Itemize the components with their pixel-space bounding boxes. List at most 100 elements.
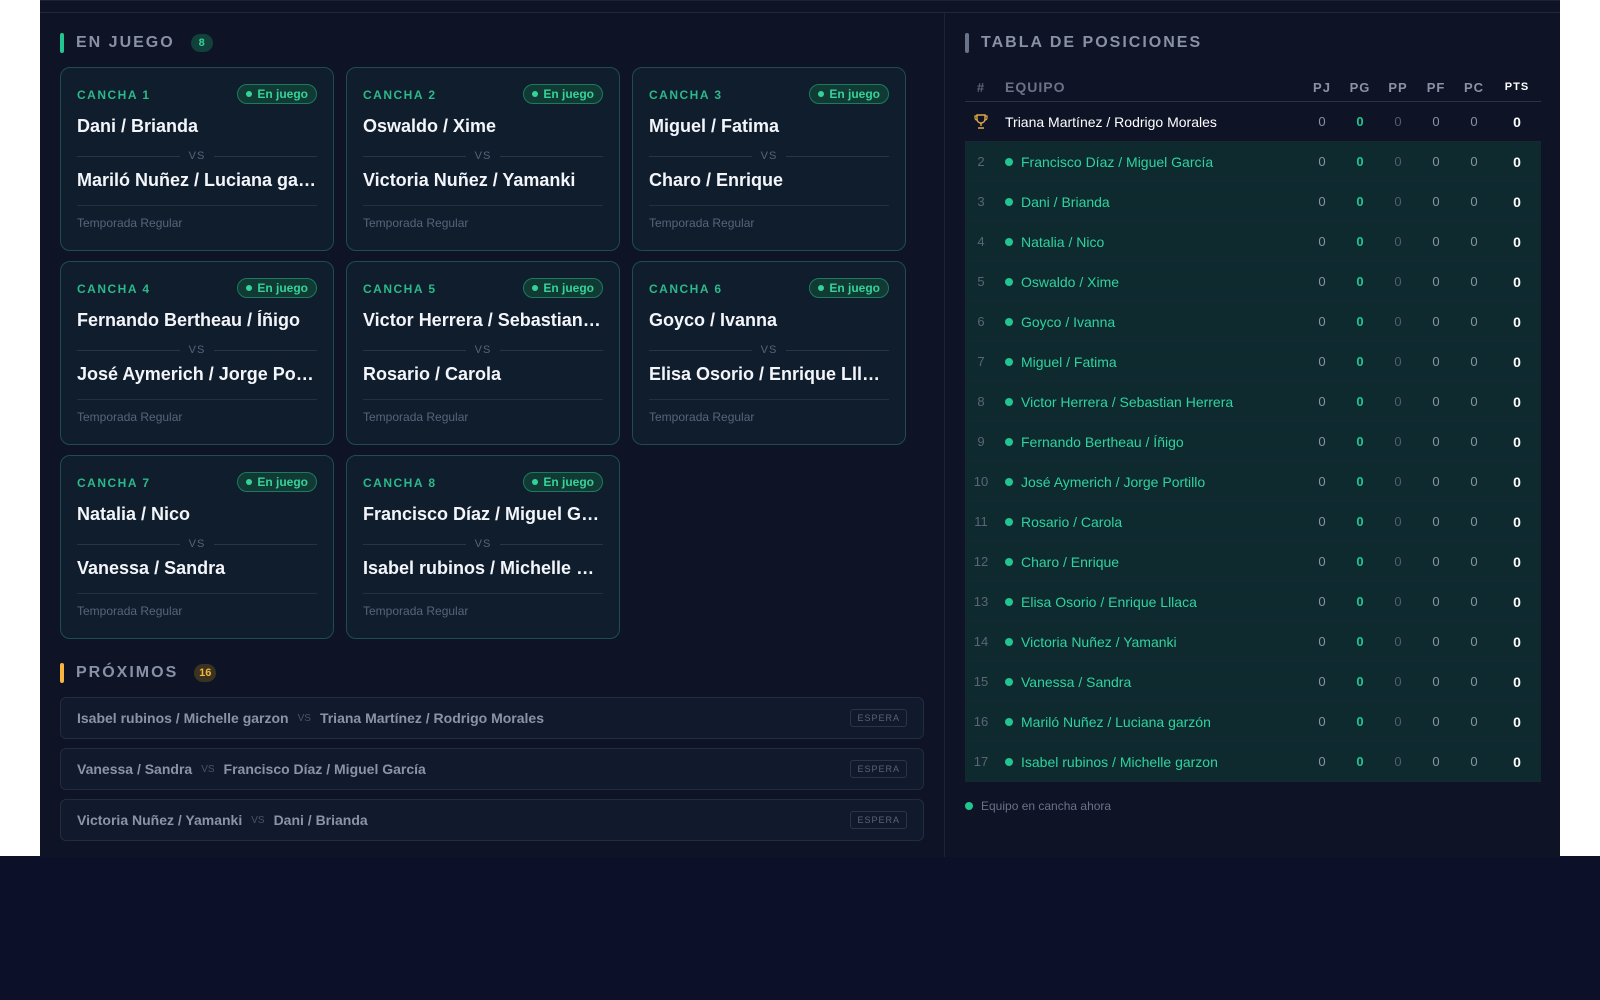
vs-line-right [214,349,317,351]
vs-label: VS [188,150,206,162]
match-card[interactable]: CANCHA 1 En juego Dani / Brianda VS Mariló N… [60,67,334,251]
team-cell: José Aymerich / Jorge Portillo [997,474,1303,490]
standings-row[interactable]: 5 Oswaldo / Xime 0 0 0 0 0 0 [965,262,1541,302]
status-label: En juego [257,475,308,489]
pj-value: 0 [1318,114,1326,129]
page-margin-right [1560,0,1600,856]
standings-row[interactable]: 8 Victor Herrera / Sebastian Herrera 0 0 0 0 0… [965,382,1541,422]
team-name: Fernando Bertheau / Íñigo [1021,433,1184,450]
match-card[interactable]: CANCHA 7 En juego Natalia / Nico VS Vanessa … [60,455,334,639]
upcoming-match-row[interactable]: Vanessa / Sandra VS Francisco Díaz / Migue… [60,748,924,790]
standings-row[interactable]: 4 Natalia / Nico 0 0 0 0 0 0 [965,222,1541,262]
en-juego-accent-bar [60,33,64,53]
on-court-dot-icon [1005,157,1013,166]
espera-badge: ESPERA [850,709,907,727]
vs-divider: VS [77,342,317,358]
pc-value: 0 [1470,394,1478,409]
team-b-name: José Aymerich / Jorge Portillo [77,364,317,384]
pc-value: 0 [1470,274,1478,289]
pp-value: 0 [1394,554,1402,569]
header-pg: PG [1349,79,1371,95]
standings-row[interactable]: 10 José Aymerich / Jorge Portillo 0 0 0 0 0 0 [965,462,1541,502]
team-cell: Miguel / Fatima [997,354,1303,370]
standings-row[interactable]: 14 Victoria Nuñez / Yamanki 0 0 0 0 0 0 [965,622,1541,662]
vs-label: VS [474,150,492,162]
standings-row[interactable]: 9 Fernando Bertheau / Íñigo 0 0 0 0 0 0 [965,422,1541,462]
card-divider [649,205,889,206]
rank-number: 4 [977,234,985,249]
rank-number: 11 [974,514,988,529]
pp-value: 0 [1394,514,1402,529]
upcoming-team-a: Victoria Nuñez / Yamanki [77,812,243,828]
standings-row[interactable]: 13 Elisa Osorio / Enrique Lllaca 0 0 0 0 0 0 [965,582,1541,622]
match-card[interactable]: CANCHA 6 En juego Goyco / Ivanna VS Elisa Os… [632,261,906,445]
rank-number: 6 [977,314,985,329]
match-card[interactable]: CANCHA 4 En juego Fernando Bertheau / Íñig… [60,261,334,445]
court-label: CANCHA 1 [77,88,151,102]
pf-value: 0 [1432,194,1440,209]
espera-badge: ESPERA [850,760,907,778]
pts-value: 0 [1513,353,1521,370]
team-name: Francisco Díaz / Miguel García [1021,153,1214,170]
match-card[interactable]: CANCHA 8 En juego Francisco Díaz / Miguel … [346,455,620,639]
rank-number: 2 [977,154,985,169]
standings-row[interactable]: 2 Francisco Díaz / Miguel García 0 0 0 0 0 0 [965,142,1541,182]
header-pf: PF [1426,79,1446,95]
rank-number: 14 [973,634,989,649]
season-label: Temporada Regular [363,216,469,230]
legend-dot-icon [965,802,973,810]
en-juego-count-badge: 8 [190,34,213,52]
team-cell: Fernando Bertheau / Íñigo [997,434,1303,450]
pc-value: 0 [1470,194,1478,209]
upcoming-match-row[interactable]: Isabel rubinos / Michelle garzon VS Triana… [60,697,924,739]
standings-row[interactable]: 7 Miguel / Fatima 0 0 0 0 0 0 [965,342,1541,382]
card-divider [363,399,603,400]
on-court-dot-icon [1005,437,1013,446]
on-court-dot-icon [1005,557,1013,566]
vs-divider: VS [649,342,889,358]
pj-value: 0 [1318,194,1326,209]
vs-line-right [500,349,603,351]
rank-number: 7 [977,354,985,369]
card-divider [649,399,889,400]
header-pj: PJ [1313,79,1331,95]
pts-value: 0 [1513,593,1521,610]
match-card[interactable]: CANCHA 5 En juego Victor Herrera / Sebasti… [346,261,620,445]
standings-row[interactable]: 17 Isabel rubinos / Michelle garzon 0 0 0 0 0 0 [965,742,1541,782]
status-label: En juego [829,281,880,295]
pj-value: 0 [1318,274,1326,289]
pc-value: 0 [1470,754,1478,769]
pj-value: 0 [1318,434,1326,449]
status-badge: En juego [523,278,603,298]
season-label: Temporada Regular [77,604,183,618]
upcoming-team-b: Francisco Díaz / Miguel García [223,761,426,777]
standings-row[interactable]: 12 Charo / Enrique 0 0 0 0 0 0 [965,542,1541,582]
pf-value: 0 [1432,274,1440,289]
pc-value: 0 [1470,514,1478,529]
team-cell: Oswaldo / Xime [997,274,1303,290]
standings-row[interactable]: 11 Rosario / Carola 0 0 0 0 0 0 [965,502,1541,542]
standings-row[interactable]: 3 Dani / Brianda 0 0 0 0 0 0 [965,182,1541,222]
pp-value: 0 [1394,394,1402,409]
rank-number: 15 [973,674,989,689]
team-a-name: Victor Herrera / Sebastian Herrera [363,310,603,330]
match-card[interactable]: CANCHA 2 En juego Oswaldo / Xime VS Victoria… [346,67,620,251]
match-card[interactable]: CANCHA 3 En juego Miguel / Fatima VS Charo /… [632,67,906,251]
team-b-name: Elisa Osorio / Enrique Lllaca [649,364,889,384]
team-cell: Victoria Nuñez / Yamanki [997,634,1303,650]
pp-value: 0 [1394,714,1402,729]
standings-row[interactable]: 16 Mariló Nuñez / Luciana garzón 0 0 0 0 0 0 [965,702,1541,742]
team-a-name: Oswaldo / Xime [363,116,497,136]
vs-line-left [649,349,752,351]
proximos-accent-bar [60,663,64,683]
pg-value: 0 [1356,394,1364,409]
standings-row[interactable]: Triana Martínez / Rodrigo Morales 0 0 0 0 0 0 [965,102,1541,142]
live-dot-icon [246,479,253,485]
standings-row[interactable]: 15 Vanessa / Sandra 0 0 0 0 0 0 [965,662,1541,702]
standings-row[interactable]: 6 Goyco / Ivanna 0 0 0 0 0 0 [965,302,1541,342]
vs-label: VS [474,344,492,356]
upcoming-match-row[interactable]: Victoria Nuñez / Yamanki VS Dani / Brianda… [60,799,924,841]
card-divider [77,205,317,206]
vs-label: VS [760,344,778,356]
team-name: Isabel rubinos / Michelle garzon [1021,753,1218,770]
